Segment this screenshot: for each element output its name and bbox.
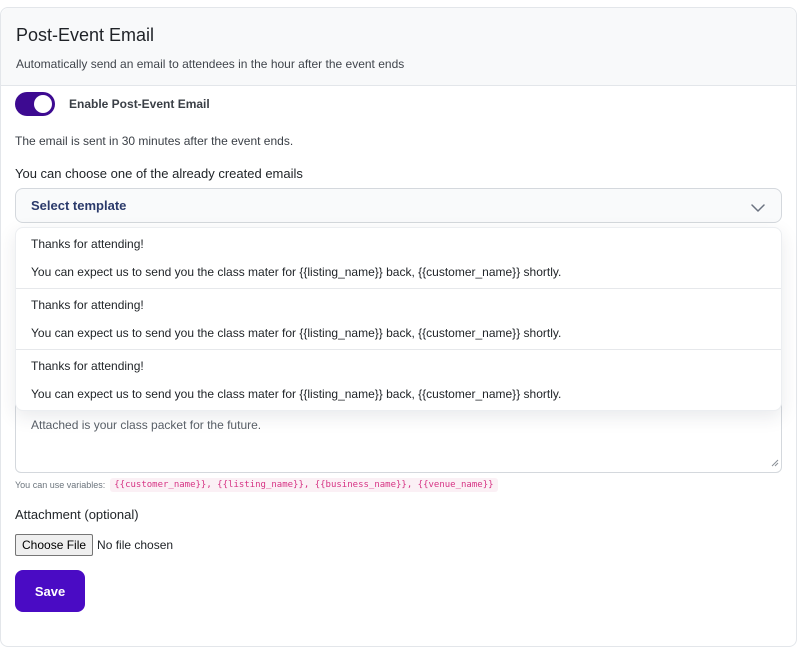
template-option-title: Thanks for attending!: [31, 298, 144, 312]
email-body-text: Attached is your class packet for the fu…: [31, 418, 262, 432]
template-option[interactable]: Thanks for attending! You can expect us …: [16, 289, 781, 350]
template-option-title: Thanks for attending!: [31, 237, 144, 251]
enable-post-event-email-toggle[interactable]: [15, 92, 55, 116]
variables-list: {{customer_name}}, {{listing_name}}, {{b…: [110, 478, 498, 492]
template-choose-label: You can choose one of the already create…: [15, 166, 303, 181]
template-dropdown-menu: Thanks for attending! You can expect us …: [15, 227, 782, 411]
file-input: Choose File No file chosen: [15, 534, 173, 556]
template-option[interactable]: Thanks for attending! You can expect us …: [16, 228, 781, 289]
template-option-body: You can expect us to send you the class …: [31, 387, 562, 401]
template-option-body: You can expect us to send you the class …: [31, 265, 562, 279]
toggle-knob: [34, 95, 52, 113]
choose-file-button[interactable]: Choose File: [15, 534, 94, 556]
resize-handle-icon[interactable]: [771, 456, 779, 470]
template-select[interactable]: Select template: [15, 188, 782, 223]
template-option[interactable]: Thanks for attending! You can expect us …: [16, 350, 781, 410]
page-subtitle: Automatically send an email to attendees…: [16, 57, 405, 71]
file-status: No file chosen: [97, 538, 174, 552]
card-header: Post-Event Email Automatically send an e…: [1, 8, 796, 86]
attachment-label: Attachment (optional): [15, 507, 139, 522]
toggle-label: Enable Post-Event Email: [69, 97, 210, 111]
chevron-down-icon: [751, 200, 765, 218]
template-option-body: You can expect us to send you the class …: [31, 326, 562, 340]
template-select-value: Select template: [31, 198, 127, 213]
variables-label: You can use variables:: [15, 480, 106, 490]
variables-hint: You can use variables: {{customer_name}}…: [15, 478, 498, 492]
send-timing-info: The email is sent in 30 minutes after th…: [15, 134, 294, 148]
enable-toggle-row: Enable Post-Event Email: [15, 92, 210, 116]
save-button[interactable]: Save: [15, 570, 85, 612]
template-option-title: Thanks for attending!: [31, 359, 144, 373]
page-title: Post-Event Email: [16, 25, 155, 45]
